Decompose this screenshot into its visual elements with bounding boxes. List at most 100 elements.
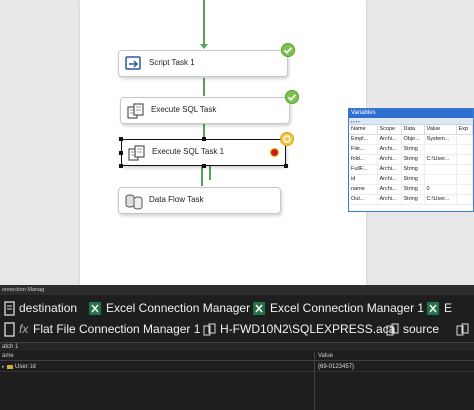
- connection-manager-sqlexpress[interactable]: H-FWD10N2\SQLEXPRESS.aca: [220, 322, 395, 336]
- success-check-icon: [285, 90, 299, 104]
- connection-manager-icon: [3, 301, 17, 316]
- running-indicator-icon: [280, 132, 294, 146]
- task-label: Execute SQL Task 1: [152, 147, 225, 156]
- variable-value: [424, 174, 457, 185]
- precedence-connector[interactable]: [201, 166, 203, 186]
- variable-row[interactable]: Out... Archi... String C:\User...: [349, 194, 473, 205]
- variable-type: String: [401, 184, 425, 195]
- script-task-1[interactable]: Script Task 1: [118, 50, 288, 77]
- variable-value: C:\User...: [424, 194, 457, 205]
- variable-name: id: [349, 174, 378, 185]
- resize-handle[interactable]: [284, 164, 288, 168]
- variable-expression: [456, 174, 473, 185]
- variable-scope: Archi...: [377, 164, 402, 175]
- variable-name: FullF...: [349, 164, 378, 175]
- variables-table: Name Scope Data Value Exp Empl... Archi..…: [349, 125, 473, 205]
- precedence-connector[interactable]: [209, 166, 211, 180]
- variable-icon: [7, 365, 13, 369]
- variable-scope: Archi...: [377, 184, 402, 195]
- variable-type: String: [401, 174, 425, 185]
- execute-sql-task[interactable]: Execute SQL Task: [120, 97, 290, 124]
- task-label: Script Task 1: [149, 58, 195, 67]
- column-header[interactable]: Exp: [456, 125, 473, 135]
- connection-manager-source[interactable]: source: [403, 322, 439, 336]
- variable-type: String: [401, 144, 425, 155]
- variable-name: fold...: [349, 154, 378, 165]
- execute-sql-icon: [126, 102, 146, 120]
- variable-value: [424, 164, 457, 175]
- variable-expression: [456, 164, 473, 175]
- variables-window[interactable]: Variables ▪▪▪▪ Name Scope Data Value Exp…: [348, 108, 474, 212]
- connection-managers-panel: onnection Manag destination Excel Connec…: [0, 285, 474, 342]
- column-header[interactable]: Value: [424, 125, 457, 135]
- variable-expression: [456, 184, 473, 195]
- variable-row[interactable]: FullF... Archi... String: [349, 164, 473, 175]
- error-badge-icon: [270, 148, 279, 157]
- variable-row[interactable]: name Archi... String 0: [349, 184, 473, 195]
- variable-row[interactable]: id Archi... String: [349, 174, 473, 185]
- resize-handle[interactable]: [202, 164, 206, 168]
- watch-row[interactable]: ▸ User::id {69-0123457}: [0, 362, 474, 372]
- precedence-connector[interactable]: [203, 124, 205, 138]
- connection-manager-excel-1[interactable]: Excel Connection Manager 1: [270, 301, 424, 315]
- variable-scope: Archi...: [377, 174, 402, 185]
- variable-type: String: [401, 194, 425, 205]
- precedence-connector[interactable]: [203, 0, 205, 48]
- variable-row[interactable]: File... Archi... String: [349, 144, 473, 155]
- variable-value: C:\User...: [424, 154, 457, 165]
- column-header[interactable]: Name: [349, 125, 378, 135]
- column-header[interactable]: Scope: [377, 125, 402, 135]
- success-check-icon: [281, 43, 295, 57]
- connection-manager-truncated[interactable]: E: [444, 301, 452, 315]
- control-flow-canvas[interactable]: Script Task 1 Execute SQL Task Execute S…: [0, 0, 474, 285]
- variable-name: name: [349, 184, 378, 195]
- variable-expression: [456, 144, 473, 155]
- variable-expression: [456, 134, 473, 145]
- connection-manager-destination[interactable]: destination: [19, 301, 77, 315]
- value-column-header[interactable]: Value: [318, 352, 333, 361]
- data-flow-icon: [124, 192, 144, 210]
- watch-item-value: {69-0123457}: [318, 364, 355, 370]
- variable-type: Obje...: [401, 134, 425, 145]
- data-flow-task[interactable]: Data Flow Task: [118, 187, 281, 214]
- grid-options-icon[interactable]: ▪: [358, 119, 360, 124]
- variable-row[interactable]: fold... Archi... String C:\User...: [349, 154, 473, 165]
- variables-title: Variables: [349, 109, 473, 118]
- variable-value: [424, 144, 457, 155]
- execute-sql-task-1[interactable]: Execute SQL Task 1: [121, 139, 286, 166]
- variable-value: 0: [424, 184, 457, 195]
- ole-db-connection-icon: [456, 322, 470, 337]
- variable-scope: Archi...: [377, 134, 402, 145]
- name-column-header[interactable]: ame: [2, 352, 14, 361]
- excel-connection-icon: [252, 301, 266, 316]
- precedence-connector[interactable]: [203, 78, 205, 96]
- resize-handle[interactable]: [202, 137, 206, 141]
- column-header[interactable]: Data: [401, 125, 425, 135]
- connection-manager-excel[interactable]: Excel Connection Manager: [106, 301, 250, 315]
- connection-manager-flat-file[interactable]: Flat File Connection Manager 1: [33, 322, 200, 336]
- design-surface[interactable]: Script Task 1 Execute SQL Task Execute S…: [80, 0, 366, 285]
- expand-arrow-icon[interactable]: ▸: [2, 362, 5, 372]
- variables-toolbar[interactable]: ▪▪▪▪: [349, 118, 473, 125]
- variable-scope: Archi...: [377, 154, 402, 165]
- expression-prefix: fx: [19, 322, 29, 336]
- precedence-arrow-icon: [200, 44, 208, 49]
- column-divider[interactable]: [314, 352, 315, 410]
- task-label: Data Flow Task: [149, 195, 204, 204]
- ole-db-connection-icon: [203, 322, 217, 337]
- watch-header: ame Value: [0, 352, 474, 361]
- resize-handle[interactable]: [119, 137, 123, 141]
- variable-type: String: [401, 164, 425, 175]
- flat-file-connection-icon: [3, 322, 17, 337]
- variable-name: Empl...: [349, 134, 378, 145]
- resize-handle[interactable]: [119, 164, 123, 168]
- watch-item-name: User::id: [15, 364, 36, 370]
- task-label: Execute SQL Task: [151, 105, 217, 114]
- excel-connection-icon: [88, 301, 102, 316]
- variable-value: System...: [424, 134, 457, 145]
- variable-name: Out...: [349, 194, 378, 205]
- watch-title: atch 1: [0, 343, 474, 351]
- ole-db-connection-icon: [386, 322, 400, 337]
- resize-handle[interactable]: [119, 151, 123, 155]
- variable-row[interactable]: Empl... Archi... Obje... System...: [349, 134, 473, 145]
